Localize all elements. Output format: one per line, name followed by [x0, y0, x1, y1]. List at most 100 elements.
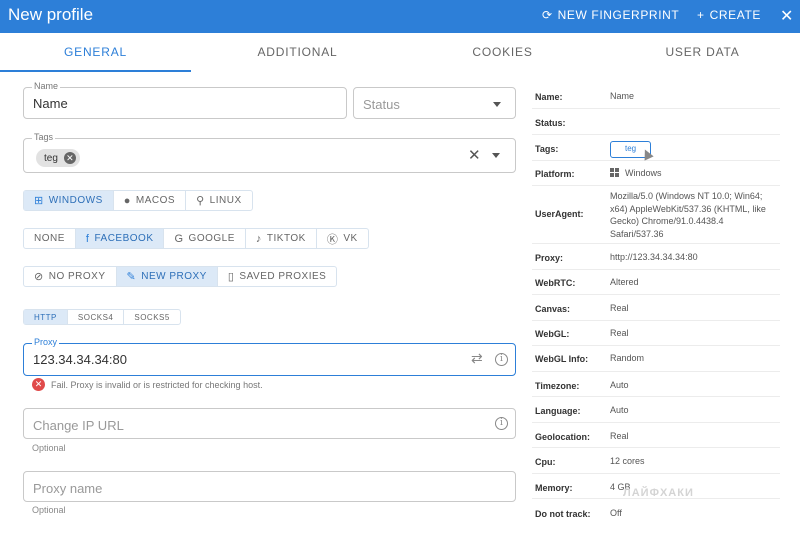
name-field[interactable]: Name Name [23, 81, 347, 119]
template-facebook-label: FACEBOOK [94, 233, 154, 244]
summary-row-language: Language: Auto [532, 397, 780, 423]
platform-value: Windows [625, 168, 662, 178]
swap-icon[interactable]: ⇄ [471, 350, 483, 367]
chevron-down-icon [493, 102, 501, 107]
new-fingerprint-label: NEW FINGERPRINT [557, 8, 680, 22]
block-icon: ⊘ [34, 271, 44, 283]
template-google-label: GOOGLE [188, 233, 235, 244]
new-proxy-label: NEW PROXY [141, 271, 207, 282]
template-tiktok-label: TIKTOK [266, 233, 306, 244]
os-windows-button[interactable]: ⊞ WINDOWS [24, 191, 114, 210]
summary-value: http://123.34.34.34:80 [610, 252, 698, 262]
page-title: New profile [8, 5, 94, 24]
summary-key: WebRTC: [535, 278, 576, 288]
linux-icon: ⚲ [196, 195, 205, 207]
close-icon[interactable]: ✕ [780, 6, 793, 26]
summary-row-webrtc: WebRTC: Altered [532, 270, 780, 295]
summary-value: Real [610, 328, 629, 338]
new-fingerprint-button[interactable]: ⟳ NEW FINGERPRINT [542, 8, 679, 22]
google-icon: G [174, 232, 184, 245]
status-select[interactable]: Status [353, 87, 516, 119]
summary-key: Proxy: [535, 253, 564, 263]
refresh-icon: ⟳ [542, 8, 553, 22]
summary-row-webgl: WebGL: Real [532, 321, 780, 346]
tags-field[interactable]: Tags teg ✕ ✕ [23, 132, 516, 173]
no-proxy-button[interactable]: ⊘ NO PROXY [24, 267, 117, 286]
template-none-button[interactable]: NONE [24, 229, 76, 248]
tiktok-icon: ♪ [255, 232, 262, 245]
change-ip-helper: Optional [32, 443, 66, 453]
proxy-value: 123.34.34.34:80 [33, 352, 127, 367]
template-vk-label: VK [343, 233, 358, 244]
remove-tag-icon[interactable]: ✕ [63, 152, 76, 164]
summary-row-status: Status: [532, 109, 780, 135]
summary-value: Auto [610, 380, 629, 390]
summary-key: UserAgent: [535, 209, 584, 219]
proxy-type-socks5[interactable]: SOCKS5 [124, 310, 179, 324]
info-icon[interactable]: i [495, 353, 508, 366]
app-header: New profile ⟳ NEW FINGERPRINT + CREATE ✕ [0, 0, 800, 33]
summary-value: 12 cores [610, 456, 645, 466]
summary-key: Status: [535, 118, 566, 128]
summary-key: Tags: [535, 144, 559, 154]
proxy-name-helper: Optional [32, 505, 66, 515]
proxy-type-socks4[interactable]: SOCKS4 [68, 310, 125, 324]
windows-icon: ⊞ [34, 195, 44, 207]
summary-key: Name: [535, 92, 563, 102]
new-proxy-button[interactable]: ✎ NEW PROXY [116, 267, 218, 286]
tab-cookies[interactable]: COOKIES [405, 33, 600, 72]
watermark: ЛАЙФХАКИ [623, 487, 694, 499]
tab-additional[interactable]: ADDITIONAL [200, 33, 395, 72]
summary-key: Do not track: [535, 509, 591, 519]
clear-icon[interactable]: ✕ [468, 146, 481, 164]
tab-bar: GENERAL ADDITIONAL COOKIES USER DATA [0, 33, 800, 72]
summary-row-cpu: Cpu: 12 cores [532, 448, 780, 474]
os-linux-button[interactable]: ⚲ LINUX [186, 191, 252, 210]
facebook-icon: f [85, 232, 90, 245]
summary-value: Real [610, 303, 629, 313]
tag-chip-label: teg [44, 152, 58, 164]
tags-label: Tags [32, 132, 56, 142]
proxy-name-input[interactable]: Proxy name [23, 471, 516, 502]
proxy-mode-selector: ⊘ NO PROXY ✎ NEW PROXY ▯ SAVED PROXIES [23, 266, 338, 287]
summary-row-name: Name: Name [532, 83, 780, 109]
os-macos-button[interactable]: ● MACOS [114, 191, 187, 210]
proxy-error: ✕ Fail. Proxy is invalid or is restricte… [32, 378, 263, 391]
tab-user-data[interactable]: USER DATA [605, 33, 800, 72]
summary-value: Name [610, 91, 635, 101]
template-facebook-button[interactable]: f FACEBOOK [75, 229, 165, 248]
summary-key: WebGL: [535, 329, 570, 339]
summary-value: Windows [610, 167, 775, 180]
template-vk-button[interactable]: Ⓚ VK [317, 229, 368, 248]
summary-key: Platform: [535, 169, 575, 179]
summary-row-geolocation: Geolocation: Real [532, 423, 780, 448]
chevron-down-icon[interactable] [492, 153, 500, 158]
os-macos-label: MACOS [135, 195, 176, 206]
apple-icon: ● [123, 194, 131, 207]
template-tiktok-button[interactable]: ♪ TIKTOK [246, 229, 317, 248]
summary-value: Mozilla/5.0 (Windows NT 10.0; Win64; x64… [610, 191, 766, 239]
summary-value: teg [610, 141, 775, 158]
tab-general[interactable]: GENERAL [0, 33, 191, 72]
summary-key: Language: [535, 406, 581, 416]
proxy-label: Proxy [32, 337, 60, 347]
summary-key: Canvas: [535, 304, 571, 314]
saved-proxies-button[interactable]: ▯ SAVED PROXIES [218, 267, 336, 286]
create-button[interactable]: + CREATE [697, 8, 761, 22]
vk-icon: Ⓚ [326, 233, 339, 246]
name-label: Name [32, 81, 61, 91]
summary-key: Timezone: [535, 381, 580, 391]
change-ip-placeholder: Change IP URL [33, 418, 124, 433]
profile-summary: Name: Name Status: Tags: teg Platform: W… [532, 83, 780, 525]
bookmark-icon: ▯ [227, 271, 235, 283]
template-google-button[interactable]: G GOOGLE [164, 229, 246, 248]
proxy-input[interactable]: Proxy 123.34.34.34:80 ⇄ i [23, 337, 516, 376]
summary-key: Cpu: [535, 457, 556, 467]
plus-icon: + [697, 8, 705, 22]
tag-chip: teg ✕ [36, 149, 80, 167]
proxy-type-http[interactable]: HTTP [24, 310, 68, 324]
summary-row-do-not-track: Do not track: Off [532, 499, 780, 525]
saved-proxies-label: SAVED PROXIES [239, 271, 327, 282]
info-icon[interactable]: i [495, 417, 508, 430]
change-ip-url-input[interactable]: Change IP URL i [23, 408, 516, 439]
